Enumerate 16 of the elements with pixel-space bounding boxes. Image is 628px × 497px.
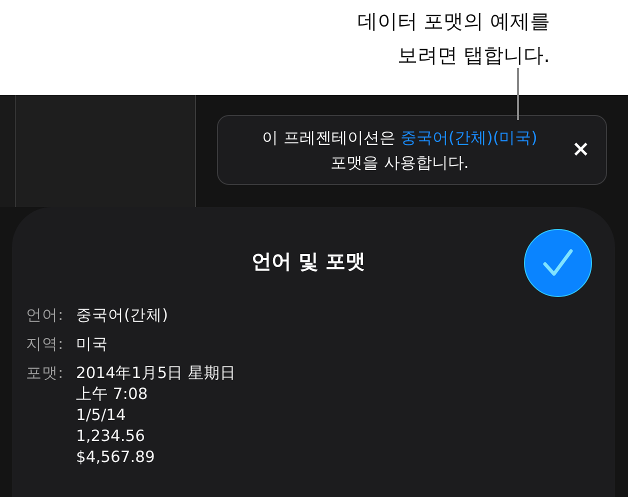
- field-value: 미국: [76, 334, 108, 355]
- field-label: 언어:: [26, 305, 64, 326]
- field-label: 포맷:: [26, 363, 64, 384]
- field-value: 1,234.56: [76, 426, 146, 447]
- format-link[interactable]: 중국어(간체)(미국): [400, 128, 538, 147]
- close-button[interactable]: ×: [572, 139, 590, 161]
- field-value: 2014年1月5日 星期日: [76, 363, 236, 384]
- field-value: 1/5/14: [76, 405, 127, 426]
- field-value: $4,567.89: [76, 447, 156, 468]
- sheet-title: 언어 및 포맷: [252, 248, 366, 273]
- field-value: 上午 7:08: [76, 384, 149, 405]
- leader-line: [517, 68, 519, 120]
- callout-text: 데이터 포맷의 예제를 보려면 탭합니다.: [356, 8, 550, 69]
- field-label: 지역:: [26, 334, 64, 355]
- banner-message: 이 프레젠테이션은 중국어(간체)(미국) 포맷을 사용합니다.: [261, 127, 538, 174]
- field-value: 중국어(간체): [76, 305, 168, 326]
